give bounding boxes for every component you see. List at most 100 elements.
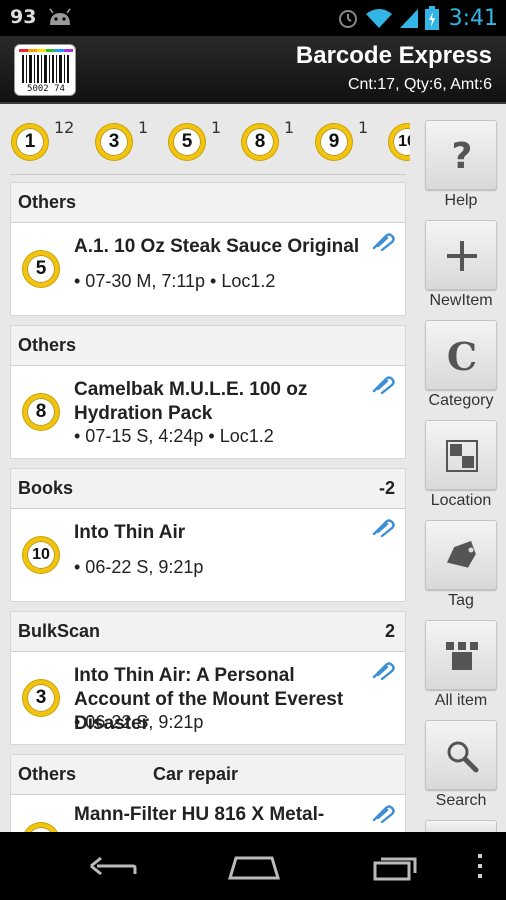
item-coin: 8 [23, 394, 59, 430]
category-c-icon: C [446, 333, 478, 379]
item-coin: 3 [23, 680, 59, 716]
search-label: Search [435, 792, 487, 809]
clock: 3:41 [448, 5, 498, 31]
recents-button[interactable] [364, 832, 428, 900]
tag-button[interactable]: Tag [422, 520, 500, 620]
all-item-button[interactable]: All item [422, 620, 500, 720]
chip-coin: 10 [389, 124, 410, 160]
overflow-menu-icon [478, 854, 482, 878]
chip-coin: 9 [316, 124, 352, 160]
android-icon [49, 8, 71, 25]
item-coin [23, 823, 59, 832]
item-meta: • 07-30 M, 7:11p • Loc1.2 [74, 271, 276, 291]
item-meta: • 07-15 S, 4:24p • Loc1.2 [74, 426, 274, 446]
more-tool-button[interactable] [425, 820, 497, 832]
home-button[interactable] [222, 832, 286, 900]
chip-1[interactable]: 1 12 [12, 118, 74, 160]
category-label: Books [18, 478, 74, 498]
chip-count: 1 [358, 118, 369, 137]
card-header: BulkScan 2 [11, 612, 405, 652]
action-bar: 5002 74 Barcode Express Cnt:17, Qty:6, A… [0, 36, 506, 104]
location-label: Location [430, 492, 492, 509]
item-title: A.1. 10 Oz Steak Sauce Original [74, 236, 360, 257]
item-title: Mann-Filter HU 816 X Metal- [74, 804, 325, 825]
card-body: 10 Into Thin Air • 06-22 S, 9:21p [11, 509, 405, 601]
attachment-icon[interactable] [371, 803, 395, 823]
filter-chips: 1 12 3 1 5 1 8 1 9 1 10 [10, 118, 410, 168]
signal-icon [399, 9, 418, 28]
tag-icon [426, 521, 498, 591]
attachment-icon[interactable] [371, 660, 395, 680]
qty-label: 2 [384, 621, 395, 641]
back-button[interactable] [80, 832, 144, 900]
app-logo-icon[interactable]: 5002 74 [14, 44, 76, 96]
card-body: 3 Into Thin Air: A Personal Account of t… [11, 652, 405, 744]
divider [10, 174, 406, 175]
help-label: Help [444, 192, 478, 209]
qty-label: -2 [378, 478, 395, 498]
chip-9[interactable]: 9 1 [316, 118, 368, 160]
app-summary: Cnt:17, Qty:6, Amt:6 [347, 76, 492, 93]
search-icon [426, 721, 498, 791]
location-button-face[interactable] [425, 420, 497, 490]
list-item[interactable]: BulkScan 2 3 Into Thin Air: A Personal A… [10, 611, 406, 745]
attachment-icon[interactable] [371, 374, 395, 394]
chip-count: 1 [284, 118, 295, 137]
item-coin: 5 [23, 251, 59, 287]
chip-10[interactable]: 10 [389, 124, 410, 160]
location-grid-icon [426, 421, 498, 491]
category-label: Others [18, 192, 77, 212]
chip-5[interactable]: 5 1 [169, 118, 221, 160]
card-header: Others Car repair [11, 755, 405, 795]
category-button-face[interactable]: C [425, 320, 497, 390]
location-button[interactable]: Location [422, 420, 500, 520]
list-item[interactable]: Others 5 A.1. 10 Oz Steak Sauce Original… [10, 182, 406, 316]
list-item[interactable]: Others 8 Camelbak M.U.L.E. 100 oz Hydrat… [10, 325, 406, 459]
list-item[interactable]: Others Car repair Mann-Filter HU 816 X M… [10, 754, 406, 832]
chip-count: 1 [138, 118, 149, 137]
help-icon: ? [451, 135, 473, 177]
new-item-button-face[interactable] [425, 220, 497, 290]
help-button-face[interactable]: ? [425, 120, 497, 190]
category-label: BulkScan [18, 621, 101, 641]
wifi-icon [365, 9, 392, 28]
item-title: Camelbak M.U.L.E. 100 oz Hydration Pack [74, 379, 308, 424]
category-label: Category [428, 392, 494, 409]
tag-button-face[interactable] [425, 520, 497, 590]
item-title: Into Thin Air [74, 522, 186, 543]
card-header: Others [11, 183, 405, 223]
all-item-label: All item [434, 692, 488, 709]
attachment-icon[interactable] [371, 231, 395, 251]
plus-icon [426, 221, 498, 291]
all-item-button-face[interactable] [425, 620, 497, 690]
category-button[interactable]: C Category [422, 320, 500, 420]
alarm-icon [338, 10, 357, 28]
item-coin: 10 [23, 537, 59, 573]
chip-8[interactable]: 8 1 [242, 118, 294, 160]
chip-coin: 5 [169, 124, 205, 160]
chip-count: 12 [54, 118, 75, 137]
logo-number: 5002 74 [27, 84, 65, 94]
card-body: Mann-Filter HU 816 X Metal- [11, 795, 405, 832]
subcategory-label: Car repair [153, 764, 239, 784]
notification-count: 93 [10, 6, 37, 28]
new-item-label: NewItem [429, 292, 493, 309]
tag-label: Tag [448, 592, 474, 609]
help-button[interactable]: ? Help [422, 120, 500, 220]
overflow-menu-button[interactable] [468, 832, 492, 900]
card-header: Books -2 [11, 469, 405, 509]
search-button[interactable]: Search [422, 720, 500, 820]
chip-coin: 8 [242, 124, 278, 160]
card-body: 8 Camelbak M.U.L.E. 100 oz Hydration Pac… [11, 366, 405, 458]
new-item-button[interactable]: NewItem [422, 220, 500, 320]
attachment-icon[interactable] [371, 517, 395, 537]
list-item[interactable]: Books -2 10 Into Thin Air • 06-22 S, 9:2… [10, 468, 406, 602]
home-icon [227, 856, 281, 880]
search-button-face[interactable] [425, 720, 497, 790]
chip-3[interactable]: 3 1 [96, 118, 148, 160]
battery-charging-icon [424, 6, 439, 30]
app-title: Barcode Express [295, 42, 492, 69]
back-icon [90, 856, 137, 876]
card-header: Others [11, 326, 405, 366]
item-meta: • 06-22 S, 9:21p [74, 557, 204, 577]
